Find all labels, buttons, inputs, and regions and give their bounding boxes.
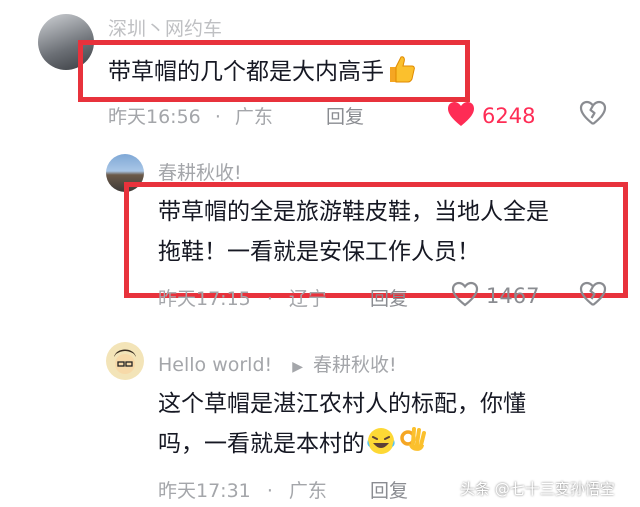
ok-hand-icon bbox=[397, 427, 429, 457]
highlight-box bbox=[124, 182, 628, 298]
comment-date: 昨天17:15 bbox=[158, 288, 251, 310]
dislike-button[interactable] bbox=[578, 280, 608, 312]
reply-button[interactable]: 回复 bbox=[370, 476, 408, 503]
comment-username[interactable]: 深圳丶网约车 bbox=[108, 14, 222, 41]
comment-meta: 昨天17:15 · 辽宁 bbox=[158, 284, 327, 311]
comment-date: 昨天17:31 bbox=[158, 480, 251, 502]
comment-content-line: 吗，一看就是本村的 bbox=[158, 431, 365, 457]
comment-date: 昨天16:56 bbox=[108, 106, 201, 128]
like-count: 1467 bbox=[486, 284, 540, 308]
reply-arrow-icon: ▶ bbox=[292, 359, 303, 375]
like-button[interactable]: 6248 bbox=[446, 100, 535, 132]
comment-username-row: Hello world! ▶ 春耕秋收! bbox=[158, 350, 397, 377]
comment-location: 广东 bbox=[234, 106, 273, 128]
like-count: 6248 bbox=[482, 104, 536, 128]
comment-meta: 昨天16:56 · 广东 bbox=[108, 102, 273, 129]
heart-outline-icon bbox=[450, 280, 480, 312]
comment-username[interactable]: Hello world! bbox=[158, 354, 272, 376]
separator: · bbox=[266, 288, 273, 310]
avatar[interactable] bbox=[106, 342, 144, 380]
heart-filled-icon bbox=[446, 100, 476, 132]
comment-content-line: 这个草帽是湛江农村人的标配，你懂 bbox=[158, 391, 526, 417]
comment-username[interactable]: 春耕秋收! bbox=[158, 158, 242, 185]
reply-button[interactable]: 回复 bbox=[326, 102, 364, 129]
reply-to-username[interactable]: 春耕秋收! bbox=[313, 354, 397, 376]
comment-content-row: 吗，一看就是本村的 bbox=[158, 424, 526, 464]
laughing-crying-icon bbox=[365, 428, 397, 457]
like-button[interactable]: 1467 bbox=[450, 280, 539, 312]
broken-heart-icon bbox=[578, 100, 608, 131]
broken-heart-icon bbox=[578, 281, 608, 312]
comment-location: 辽宁 bbox=[288, 288, 327, 310]
reply-button[interactable]: 回复 bbox=[370, 284, 408, 311]
separator: · bbox=[214, 106, 221, 128]
comment-text: 这个草帽是湛江农村人的标配，你懂 吗，一看就是本村的 bbox=[158, 384, 526, 464]
comment-location: 广东 bbox=[288, 480, 327, 502]
comment-meta: 昨天17:31 · 广东 bbox=[158, 476, 327, 503]
dislike-button[interactable] bbox=[578, 99, 608, 131]
separator: · bbox=[266, 480, 273, 502]
watermark: 头条 @七十三变孙悟空 bbox=[460, 480, 615, 498]
highlight-box bbox=[78, 40, 470, 102]
